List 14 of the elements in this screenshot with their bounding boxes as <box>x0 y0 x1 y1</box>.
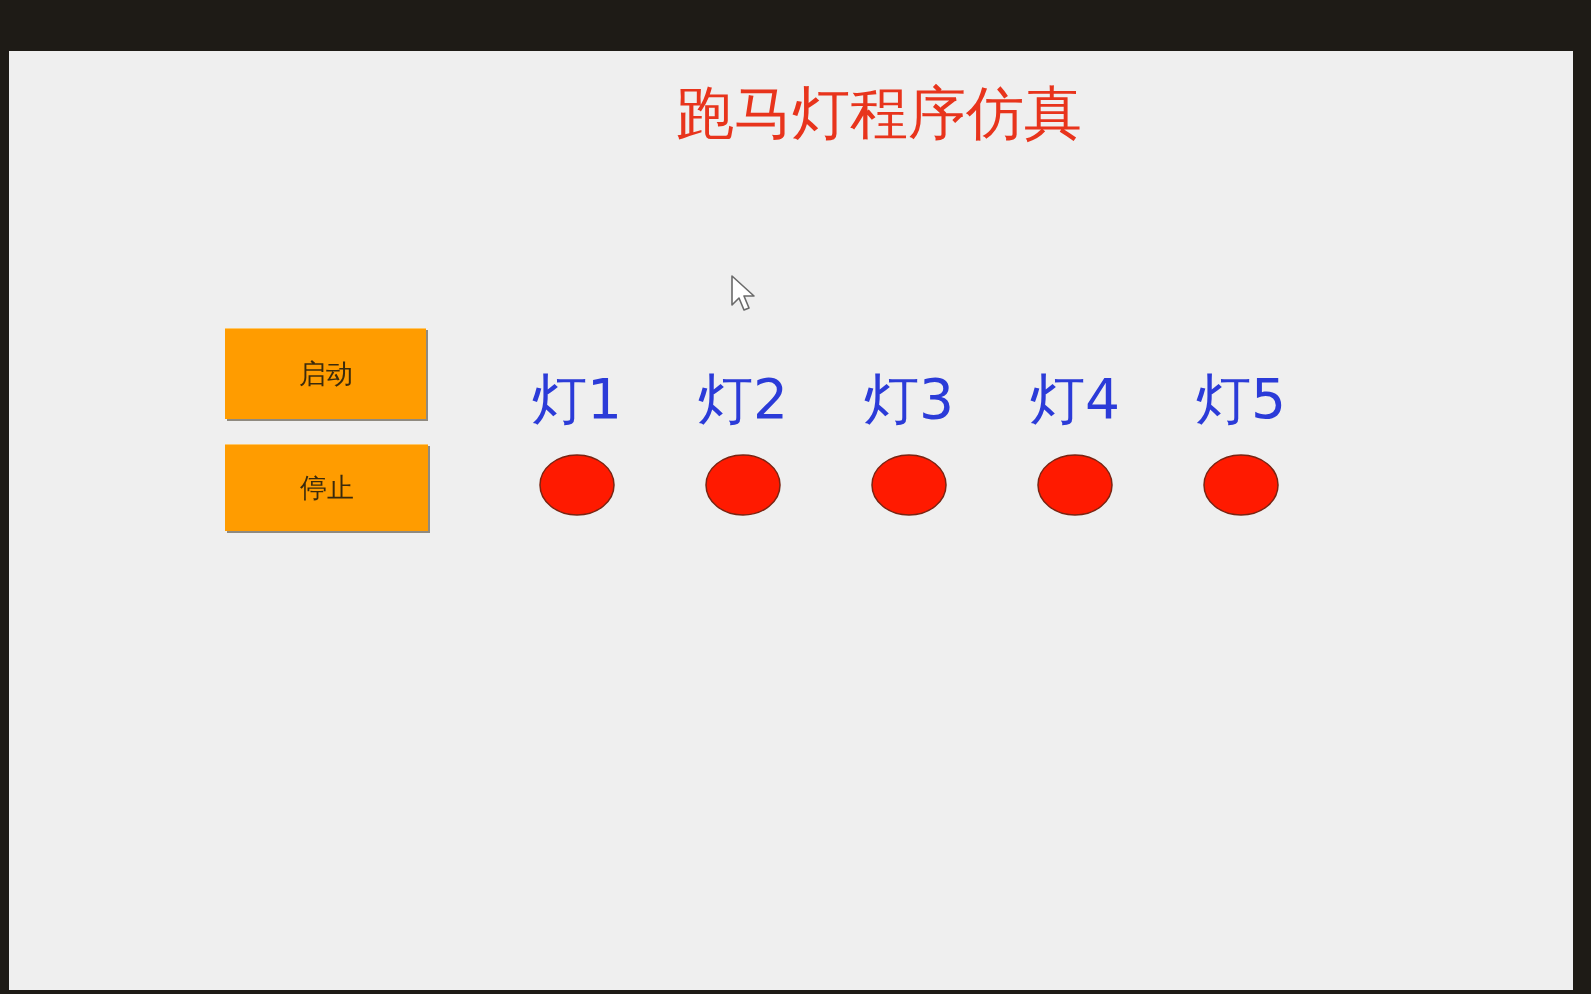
lamp-icon <box>1203 454 1279 516</box>
lamp-icon <box>1037 454 1113 516</box>
lamp-label: 灯2 <box>698 372 788 427</box>
lamp-icon <box>705 454 781 516</box>
lamp-icon <box>871 454 947 516</box>
lamp-label: 灯1 <box>532 372 622 427</box>
lamp-label: 灯4 <box>1030 372 1120 427</box>
control-button[interactable]: 停止 <box>225 444 428 531</box>
lamp-label: 灯3 <box>864 372 954 427</box>
control-button[interactable]: 启动 <box>225 328 426 419</box>
page-title: 跑马灯程序仿真 <box>676 84 1082 142</box>
lamp-icon <box>539 454 615 516</box>
cursor-icon <box>731 275 756 312</box>
lamp-label: 灯5 <box>1196 372 1286 427</box>
